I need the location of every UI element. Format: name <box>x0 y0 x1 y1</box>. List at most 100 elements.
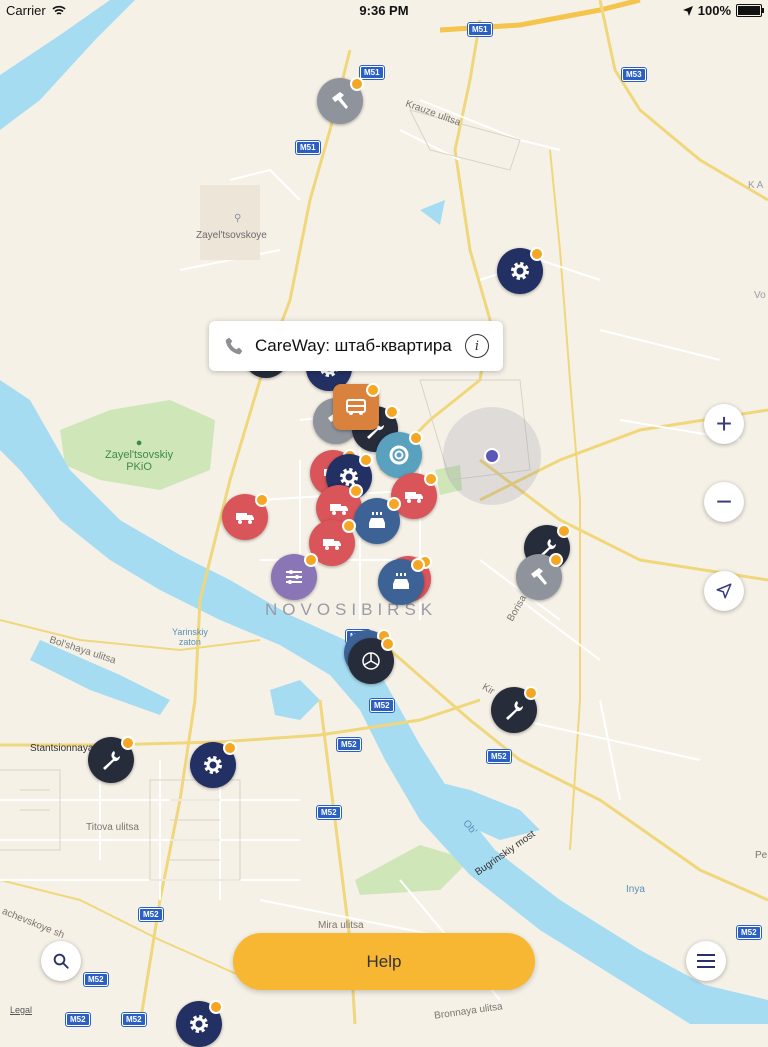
zoom-in-button[interactable]: + <box>704 404 744 444</box>
plus-icon: + <box>715 408 733 439</box>
sliders-icon <box>286 570 302 584</box>
road-shield-m52: M52 <box>317 806 341 819</box>
wrench-icon <box>506 701 524 720</box>
info-icon: i <box>474 338 480 354</box>
road-shield-m53: M53 <box>622 68 646 81</box>
hammer-icon <box>531 568 547 585</box>
tow-truck-pin[interactable] <box>222 493 269 540</box>
lifebuoy-pin[interactable] <box>376 431 423 478</box>
settings-pin[interactable] <box>497 247 544 294</box>
bus-icon <box>346 399 366 415</box>
status-dot <box>530 247 544 261</box>
settings-pin[interactable] <box>190 741 237 788</box>
zoom-out-button[interactable]: − <box>704 482 744 522</box>
bus-pin[interactable] <box>333 383 380 430</box>
road-shield-m52: M52 <box>84 973 108 986</box>
status-dot <box>350 77 364 91</box>
status-dot <box>121 736 135 750</box>
status-dot <box>424 472 438 486</box>
road-shield-m51: M51 <box>360 66 384 79</box>
wrench-pin[interactable] <box>491 686 538 733</box>
settings-pin[interactable] <box>176 1000 223 1047</box>
water-label-inya: Inya <box>626 884 645 895</box>
status-bar-right: 100% <box>682 3 764 18</box>
gear-icon <box>190 1015 208 1033</box>
search-icon <box>53 953 69 969</box>
road-shield-m51: M51 <box>468 23 492 36</box>
hammer-pin[interactable] <box>317 77 364 124</box>
status-dot <box>381 637 395 651</box>
status-dot <box>549 553 563 567</box>
place-label-zayeltsovskoye: Zayel'tsovskoye <box>196 230 267 241</box>
gear-icon <box>511 262 529 280</box>
tow-truck-icon <box>323 539 341 550</box>
park-label: ● Zayel'tsovskiy PKiO <box>105 437 173 473</box>
car-wash-icon <box>393 573 409 589</box>
phone-icon <box>225 337 243 355</box>
car-wash-icon <box>369 512 385 528</box>
info-button[interactable]: i <box>465 334 489 358</box>
place-label-ka: KA <box>748 180 766 191</box>
status-dot <box>209 1000 223 1014</box>
menu-button[interactable] <box>686 941 726 981</box>
mercedes-pin[interactable] <box>348 637 395 684</box>
status-dot <box>223 741 237 755</box>
hammer-icon <box>332 92 348 109</box>
status-dot <box>304 553 318 567</box>
legal-link[interactable]: Legal <box>10 1005 32 1015</box>
road-shield-m52: M52 <box>337 738 361 751</box>
place-icon: ⚲ <box>234 213 242 224</box>
tow-truck-icon <box>330 504 348 515</box>
road-shield-m52: M52 <box>737 926 761 939</box>
user-location-dot <box>484 448 500 464</box>
water-label-line1: Yarinskiy <box>172 627 208 637</box>
phone-button[interactable] <box>221 333 247 359</box>
map-view[interactable]: Zayel'tsovskoye ⚲ ● Zayel'tsovskiy PKiO … <box>0 0 768 1047</box>
car-wash-pin[interactable] <box>378 558 425 605</box>
park-label-line2: PKiO <box>126 461 152 473</box>
user-location <box>443 407 541 505</box>
road-shield-m52: M52 <box>370 699 394 712</box>
status-bar: Carrier 9:36 PM 100% <box>0 0 768 20</box>
city-label: NOVOSIBIRSK <box>265 600 438 619</box>
status-dot <box>255 493 269 507</box>
minus-icon: − <box>715 486 733 517</box>
road-shield-m52: M52 <box>487 750 511 763</box>
menu-icon <box>697 954 715 968</box>
status-dot <box>349 484 363 498</box>
location-callout[interactable]: CareWay: штаб-квартира i <box>209 321 503 371</box>
search-button[interactable] <box>41 941 81 981</box>
tow-truck-icon <box>236 513 254 524</box>
callout-title: CareWay: штаб-квартира <box>255 336 452 355</box>
navigation-arrow-icon <box>716 583 732 599</box>
battery-fill <box>738 6 760 15</box>
mercedes-icon <box>362 652 380 670</box>
street-pe: Pe <box>755 850 768 861</box>
water-label-line2: zaton <box>178 637 201 647</box>
battery-icon <box>736 4 764 17</box>
battery-label: 100% <box>697 3 731 18</box>
status-dot <box>366 383 380 397</box>
status-dot <box>385 405 399 419</box>
street-stantsionnaya: Stantsionnaya <box>30 743 94 754</box>
help-button[interactable]: Help <box>233 933 535 990</box>
road-shield-m51: M51 <box>296 141 320 154</box>
status-time: 9:36 PM <box>359 3 409 18</box>
tuning-pin[interactable] <box>271 553 318 600</box>
status-dot <box>359 453 373 467</box>
road-shield-m52: M52 <box>122 1013 146 1026</box>
street-titova: Titova ulitsa <box>86 822 139 833</box>
street-mira: Mira ulitsa <box>318 920 364 931</box>
status-dot <box>342 519 356 533</box>
wrench-icon <box>103 751 121 770</box>
status-dot <box>411 558 425 572</box>
park-icon: ● <box>135 437 143 449</box>
my-location-button[interactable] <box>704 571 744 611</box>
water-label-yarinskiy: Yarinskiy zaton <box>172 627 208 647</box>
road-shield-m52: M52 <box>139 908 163 921</box>
wrench-pin[interactable] <box>88 736 135 783</box>
place-label-vo: Vo <box>754 290 766 301</box>
hammer-pin[interactable] <box>516 553 563 600</box>
gear-icon <box>204 756 222 774</box>
car-wash-pin[interactable] <box>354 497 401 544</box>
